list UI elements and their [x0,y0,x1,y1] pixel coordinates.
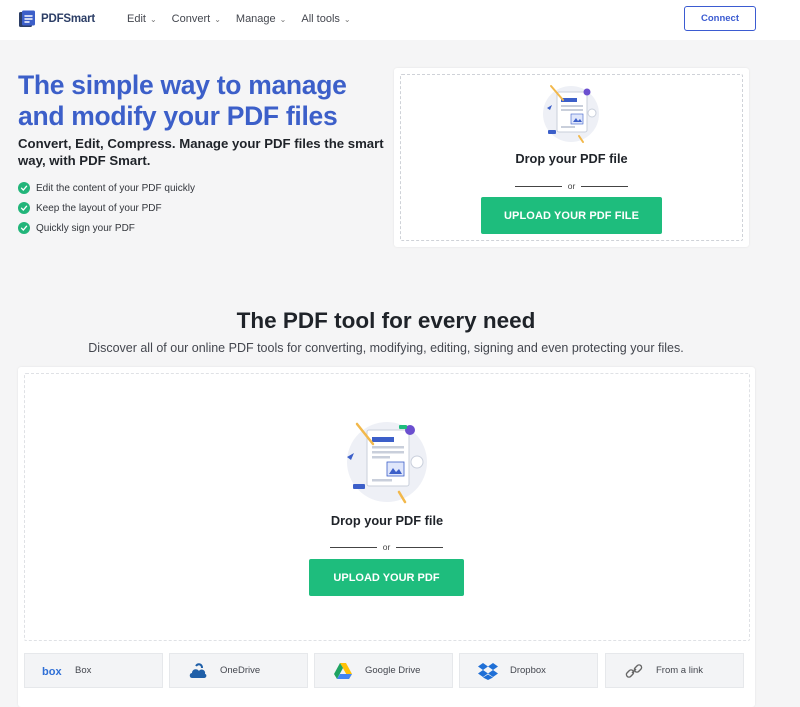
pdf-document-illustration-icon [543,85,599,143]
chevron-down-icon: ⌄ [279,14,287,24]
or-text: or [382,542,391,552]
box-icon: box [37,653,69,688]
tool-drop-label: Drop your PDF file [330,513,444,528]
check-icon [18,222,30,234]
google-drive-icon [327,653,359,688]
section-title: The PDF tool for every need [236,308,536,333]
chevron-down-icon: ⌄ [214,14,221,24]
pdf-document-illustration-icon [347,422,427,504]
feature-text: Quickly sign your PDF [36,222,135,234]
or-text: or [567,181,576,191]
pdfsmart-logo-icon [19,10,35,27]
upload-pdf-button[interactable]: UPLOAD YOUR PDF [309,559,464,596]
logo-text: PDFSmart [41,13,95,25]
nav-manage[interactable]: Manage ⌄ [236,13,286,25]
divider-line [515,185,562,187]
svg-text:box: box [42,666,62,677]
nav-all-tools-label: All tools [301,13,340,25]
feature-list: Edit the content of your PDF quickly Kee… [18,178,195,238]
source-box[interactable]: box Box [24,653,163,688]
section-description: Discover all of our online PDF tools for… [88,341,684,355]
source-from-link[interactable]: From a link [605,653,744,688]
check-icon [18,202,30,214]
nav-all-tools[interactable]: All tools ⌄ [301,13,350,25]
source-label: Google Drive [365,665,421,676]
nav-manage-label: Manage [235,13,276,25]
feature-item: Edit the content of your PDF quickly [18,178,195,198]
nav-convert[interactable]: Convert ⌄ [172,13,221,25]
hero-drop-label: Drop your PDF file [515,151,628,166]
check-icon [18,182,30,194]
feature-item: Keep the layout of your PDF [18,198,195,218]
source-label: OneDrive [220,665,261,676]
upload-pdf-file-button[interactable]: UPLOAD YOUR PDF FILE [481,197,662,234]
source-label: From a link [656,665,703,676]
divider-line [581,185,628,187]
divider-line [330,546,377,548]
cloud-sources: box Box OneDrive Google Drive Dropbox Fr… [24,653,744,688]
link-icon [618,653,650,688]
onedrive-icon [182,653,214,688]
feature-text: Edit the content of your PDF quickly [36,182,195,194]
nav-convert-label: Convert [171,13,211,25]
nav-edit-label: Edit [127,13,146,25]
source-label: Dropbox [510,665,546,676]
top-navbar: PDFSmart Edit ⌄ Convert ⌄ Manage ⌄ All t… [0,0,800,40]
source-google-drive[interactable]: Google Drive [314,653,453,688]
hero-subtitle: Convert, Edit, Compress. Manage your PDF… [18,136,384,168]
tool-or-divider: or [330,541,443,553]
chevron-down-icon: ⌄ [343,14,351,24]
nav-edit[interactable]: Edit ⌄ [127,13,157,25]
feature-text: Keep the layout of your PDF [36,202,162,214]
dropbox-icon [472,653,504,688]
main-nav: Edit ⌄ Convert ⌄ Manage ⌄ All tools ⌄ [127,13,366,25]
hero-title: The simple way to manage and modify your… [18,70,347,131]
divider-line [396,546,443,548]
source-onedrive[interactable]: OneDrive [169,653,308,688]
hero-or-divider: or [515,180,628,192]
source-dropbox[interactable]: Dropbox [459,653,598,688]
feature-item: Quickly sign your PDF [18,218,195,238]
logo[interactable]: PDFSmart [18,10,95,28]
connect-button[interactable]: Connect [684,6,756,31]
chevron-down-icon: ⌄ [149,14,157,24]
source-label: Box [75,665,92,676]
